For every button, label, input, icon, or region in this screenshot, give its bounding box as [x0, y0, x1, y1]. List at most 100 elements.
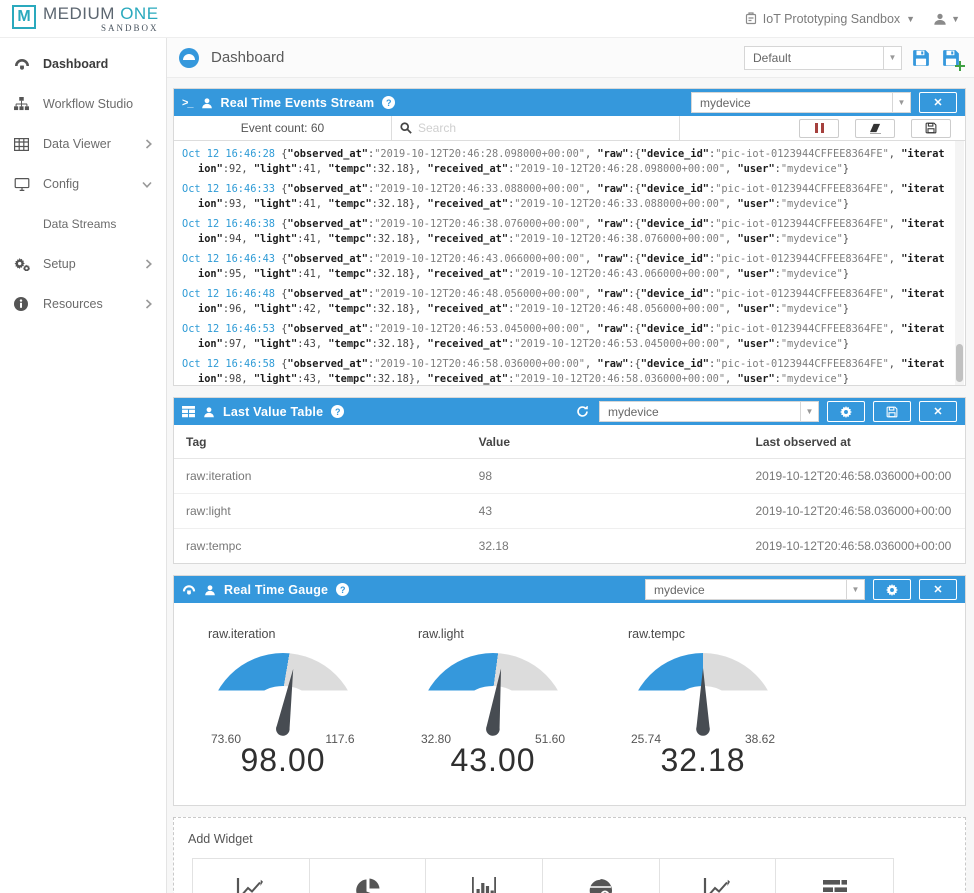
refresh-icon[interactable]	[576, 405, 589, 418]
last-value-table-panel: Last Value Table ? mydevice ▼	[173, 397, 966, 564]
save-as-new-dashboard-button[interactable]	[940, 47, 962, 69]
terminal-icon: >_	[182, 97, 193, 109]
gauge-device-select[interactable]: mydevice ▼	[645, 579, 865, 600]
gear-icon	[840, 406, 852, 418]
medium-one-logo: M MEDIUM ONE SANDBOX	[12, 5, 159, 33]
add-grouped-users-line-chart-button[interactable]: Grouped UsersLine Chart	[193, 859, 310, 893]
table-cell: raw:tempc	[174, 529, 467, 564]
user-icon	[201, 97, 213, 109]
stream-search[interactable]	[392, 116, 680, 140]
add-grouped-users-geopoint-chart-button[interactable]: Grouped UsersGeoPoint Chart	[543, 859, 660, 893]
stream-search-input[interactable]	[418, 121, 671, 135]
real-time-gauge-panel: Real Time Gauge ? mydevice ▼ ✕	[173, 575, 966, 806]
gauge-label: raw.tempc	[628, 627, 812, 641]
logo-name-primary: MEDIUM	[43, 4, 115, 23]
add-grouped-users-pie-chart-button[interactable]: Grouped UsersPie Chart	[310, 859, 427, 893]
sidebar-item-label: Workflow Studio	[43, 97, 152, 111]
add-widget-section: Add Widget Grouped UsersLine ChartGroupe…	[173, 817, 966, 893]
sitemap-icon	[14, 97, 30, 111]
column-header: Last observed at	[744, 425, 966, 459]
last-value-table: TagValueLast observed at raw:iteration98…	[174, 425, 965, 563]
geopoint-chart-icon	[549, 875, 653, 893]
sidebar-item-data-viewer[interactable]: Data Viewer	[0, 124, 166, 164]
table-row: raw:light432019-10-12T20:46:58.036000+00…	[174, 494, 965, 529]
log-entry: Oct 12 16:46:33 {"observed_at":"2019-10-…	[182, 182, 947, 211]
log-entry: Oct 12 16:46:38 {"observed_at":"2019-10-…	[182, 217, 947, 246]
logo-subtitle: SANDBOX	[43, 24, 159, 33]
gauge-raw-tempc: raw.tempc25.7438.6232.18	[616, 627, 812, 779]
gauge-icon	[182, 584, 196, 596]
add-single-user-cross-filter-chart-button[interactable]: Single UserCross Filter Chart	[776, 859, 893, 893]
gauge-settings-button[interactable]	[873, 579, 911, 600]
chevron-right-icon	[145, 259, 152, 269]
sidebar-item-workflow-studio[interactable]: Workflow Studio	[0, 84, 166, 124]
gauge-min-label: 25.74	[616, 732, 676, 746]
cross-filter-chart-icon	[782, 875, 887, 893]
user-icon	[204, 584, 216, 596]
table-cell: 2019-10-12T20:46:58.036000+00:00	[744, 494, 966, 529]
search-icon	[400, 122, 412, 134]
gauge-min-label: 73.60	[196, 732, 256, 746]
sidebar-item-resources[interactable]: Resources	[0, 284, 166, 324]
save-stream-button[interactable]	[911, 119, 951, 138]
lvt-save-button[interactable]	[873, 401, 911, 422]
eraser-icon	[869, 123, 882, 134]
add-widget-row: Grouped UsersLine ChartGrouped UsersPie …	[192, 858, 894, 893]
lvt-close-button[interactable]: ✕	[919, 401, 957, 422]
log-entry: Oct 12 16:46:48 {"observed_at":"2019-10-…	[182, 287, 947, 316]
dashboard-select-value: Default	[745, 51, 883, 65]
table-cell: 2019-10-12T20:46:58.036000+00:00	[744, 459, 966, 494]
gauge-label: raw.light	[418, 627, 602, 641]
gear-icon	[886, 584, 898, 596]
logo-name-accent: ONE	[120, 4, 158, 23]
help-icon[interactable]: ?	[382, 96, 395, 109]
pause-icon	[815, 123, 824, 133]
log-scrollbar-thumb[interactable]	[956, 344, 963, 382]
line-chart-icon	[666, 875, 770, 893]
help-icon[interactable]: ?	[336, 583, 349, 596]
sidebar-item-setup[interactable]: Setup	[0, 244, 166, 284]
stream-device-value: mydevice	[692, 96, 892, 110]
events-log[interactable]: Oct 12 16:46:28 {"observed_at":"2019-10-…	[174, 141, 965, 385]
add-single-user-line-chart-button[interactable]: Single UserLine Chart	[660, 859, 777, 893]
dashboard-gauge-icon	[179, 48, 199, 68]
dashboard-select[interactable]: Default ▼	[744, 46, 902, 70]
gauge-close-button[interactable]: ✕	[919, 579, 957, 600]
page-title: Dashboard	[211, 49, 284, 66]
gauge-max-label: 117.6	[310, 732, 370, 746]
sidebar-item-config[interactable]: Config	[0, 164, 166, 204]
stream-close-button[interactable]: ✕	[919, 92, 957, 113]
gauge-max-label: 38.62	[730, 732, 790, 746]
add-grouped-users-bar-chart-button[interactable]: Grouped UsersBar Chart	[426, 859, 543, 893]
stream-device-select[interactable]: mydevice ▼	[691, 92, 911, 113]
log-entry: Oct 12 16:46:58 {"observed_at":"2019-10-…	[182, 357, 947, 385]
workspace-name: IoT Prototyping Sandbox	[763, 12, 900, 26]
log-entry: Oct 12 16:46:53 {"observed_at":"2019-10-…	[182, 322, 947, 351]
sidebar-item-dashboard[interactable]: Dashboard	[0, 44, 166, 84]
lvt-device-select[interactable]: mydevice ▼	[599, 401, 819, 422]
log-scrollbar[interactable]	[955, 141, 964, 385]
save-icon	[925, 122, 937, 134]
chevron-down-icon: ▼	[800, 402, 818, 421]
table-cell: 2019-10-12T20:46:58.036000+00:00	[744, 529, 966, 564]
workspace-selector[interactable]: IoT Prototyping Sandbox ▼	[745, 12, 915, 26]
chevron-down-icon: ▼	[951, 14, 960, 24]
user-menu[interactable]: ▼	[933, 12, 960, 26]
clear-stream-button[interactable]	[855, 119, 895, 138]
sidebar-item-label: Data Viewer	[43, 137, 132, 151]
sidebar-item-label: Resources	[43, 297, 132, 311]
sidebar-item-data-streams[interactable]: Data Streams	[0, 204, 166, 244]
real-time-events-stream-panel: >_ Real Time Events Stream ? mydevice ▼ …	[173, 88, 966, 386]
gauge-body: raw.iteration73.60117.698.00raw.light32.…	[174, 603, 965, 805]
table-cell: 98	[467, 459, 744, 494]
lvt-device-value: mydevice	[600, 405, 800, 419]
help-icon[interactable]: ?	[331, 405, 344, 418]
lvt-settings-button[interactable]	[827, 401, 865, 422]
gauge-label: raw.iteration	[208, 627, 392, 641]
column-header: Value	[467, 425, 744, 459]
sidebar-item-label: Dashboard	[43, 57, 152, 71]
chevron-right-icon	[145, 139, 152, 149]
pause-stream-button[interactable]	[799, 119, 839, 138]
save-dashboard-button[interactable]	[910, 47, 932, 69]
last-value-table-title: Last Value Table	[223, 405, 323, 419]
